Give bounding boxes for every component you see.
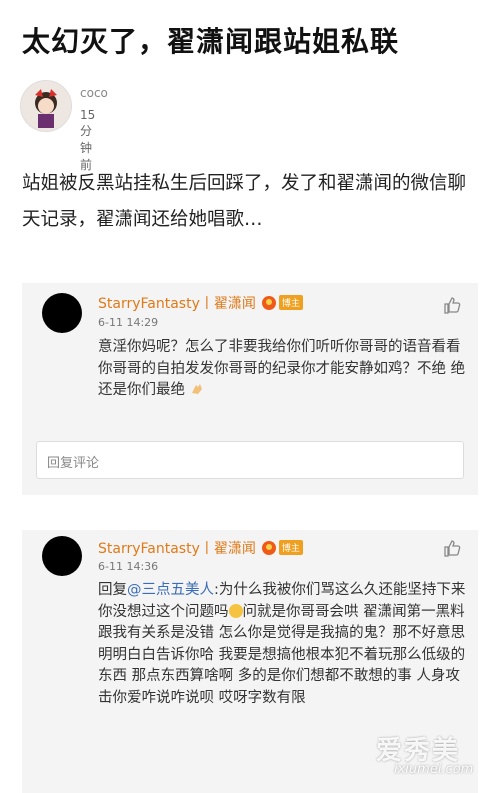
comment-date: 6-11 14:36 [98, 560, 159, 573]
comment-card: StarryFantasty丨翟潇闻 博主 6-11 14:29 意淫你妈呢？怎么… [22, 283, 478, 495]
commenter-avatar[interactable] [42, 293, 82, 333]
medal-icon [261, 541, 276, 555]
medal-icon [261, 296, 276, 310]
comment-date: 6-11 14:29 [98, 316, 159, 329]
watermark-url: ixiumei.com [394, 762, 474, 777]
clap-emoji-icon [191, 384, 202, 394]
reply-placeholder: 回复评论 [47, 456, 100, 471]
blogger-badge: 博主 [278, 295, 303, 310]
reply-input[interactable]: 回复评论 [36, 441, 464, 479]
reply-prefix: 回复 [98, 582, 127, 598]
article-intro: 站姐被反黑站挂私生后回踩了，发了和翟潇闻的微信聊天记录，翟潇闻还给她唱歌… [22, 173, 467, 230]
blogger-badge: 博主 [278, 540, 303, 555]
comment-username-text[interactable]: StarryFantasty丨翟潇闻 [98, 541, 256, 557]
post-time: 15分钟前 [80, 108, 96, 172]
comment-text: 意淫你妈呢？怎么了非要我给你们听听你哥哥的语音看看你哥哥的自拍发发你哥哥的纪录你… [98, 337, 468, 402]
mention-link[interactable]: @三点五美人 [127, 582, 214, 598]
comment-username[interactable]: StarryFantasty丨翟潇闻 博主 [98, 293, 303, 313]
article-title: 太幻灭了，翟潇闻跟站姐私联 [22, 25, 400, 58]
author-avatar[interactable] [20, 80, 72, 132]
comment-text-content: 意淫你妈呢？怎么了非要我给你们听听你哥哥的语音看看你哥哥的自拍发发你哥哥的纪录你… [98, 339, 466, 398]
author-name[interactable]: coco [80, 86, 108, 100]
comment-username[interactable]: StarryFantasty丨翟潇闻 博主 [98, 538, 303, 558]
comment-username-text[interactable]: StarryFantasty丨翟潇闻 [98, 296, 256, 312]
commenter-avatar[interactable] [42, 536, 82, 576]
thinking-emoji-icon [228, 603, 243, 618]
thumbs-up-icon[interactable] [442, 538, 462, 558]
thumbs-up-icon[interactable] [442, 295, 462, 315]
comment-text: 回复@三点五美人:为什么我被你们骂这么久还能坚持下来 你没想过这个问题吗 问就是你… [98, 580, 468, 709]
